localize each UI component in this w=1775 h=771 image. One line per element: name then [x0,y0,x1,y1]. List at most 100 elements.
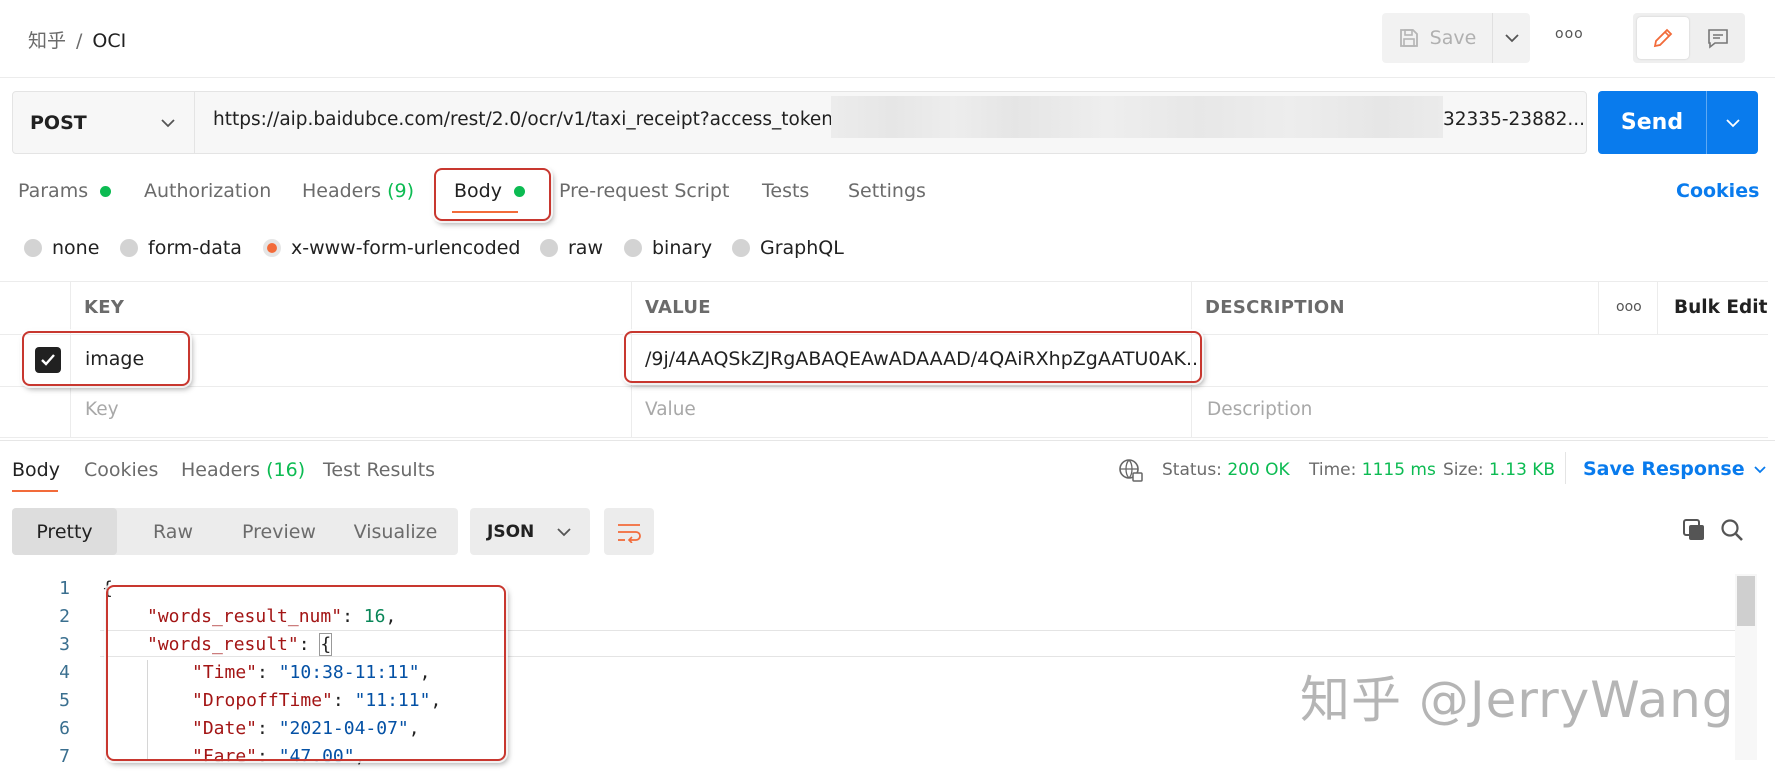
chevron-down-icon [1504,34,1519,43]
table-border [0,281,1768,282]
radio-circle-selected [263,239,281,257]
save-icon [1399,29,1418,47]
url-input[interactable]: https://aip.baidubce.com/rest/2.0/ocr/v1… [213,109,849,130]
tab-pre-request-script[interactable]: Pre-request Script [559,180,729,202]
json-comma: , [354,746,366,767]
tab-body[interactable]: Body [454,180,526,202]
format-select[interactable]: JSON [470,508,590,555]
globe-lock-icon[interactable] [1118,458,1144,484]
url-input-tail[interactable]: 32335-23882... [1443,109,1585,130]
code-line: "words_result_num": 16, [147,606,396,627]
breadcrumb-separator: / [76,30,83,52]
send-button[interactable]: Send [1598,91,1706,154]
method-select[interactable]: POST [13,92,195,153]
bulk-edit-button[interactable]: Bulk Edit [1674,297,1767,318]
tab-settings[interactable]: Settings [848,180,926,202]
more-actions-button[interactable]: ooo [1555,26,1584,42]
code-line: "Time": "10:38-11:11", [192,662,430,683]
search-icon[interactable] [1719,517,1745,543]
json-key: "words_result" [147,634,299,655]
size-label: Size: [1443,460,1484,480]
json-brace: { [319,633,333,656]
chevron-down-icon [1753,465,1766,473]
description-placeholder[interactable]: Description [1207,399,1312,420]
column-header-value: VALUE [645,297,711,318]
edit-mode-button[interactable] [1637,17,1689,59]
code-line: "Fare": "47.00", [192,746,365,767]
param-value-cell[interactable]: /9j/4AAQSkZJRgABAQEAwADAAAD/4QAiRXhpZgAA… [645,348,1204,370]
chevron-down-icon [161,118,175,127]
radio-label: binary [652,237,713,259]
pencil-icon [1653,28,1673,48]
tab-tests[interactable]: Tests [762,180,809,202]
response-size: Size: 1.13 KB [1443,460,1555,480]
tab-authorization[interactable]: Authorization [144,180,271,202]
json-comma: , [430,690,442,711]
current-line-highlight [100,630,1755,657]
line-number: 7 [59,746,70,767]
request-name[interactable]: OCI [92,30,126,52]
cookies-link[interactable]: Cookies [1676,180,1759,202]
copy-icon[interactable] [1681,517,1707,543]
json-value: "47.00" [278,746,355,767]
send-options-button[interactable] [1706,91,1758,154]
status-dot-icon [100,186,112,197]
radio-x-www-form-urlencoded[interactable]: x-www-form-urlencoded [263,237,520,259]
save-options-button[interactable] [1492,13,1530,63]
key-placeholder[interactable]: Key [85,399,119,420]
json-key: "Fare" [192,746,258,767]
status-dot-icon [514,186,526,197]
view-pretty-button[interactable]: Pretty [12,508,117,555]
response-tab-body[interactable]: Body [12,459,60,481]
column-divider [631,281,632,437]
scrollbar-thumb[interactable] [1737,576,1755,626]
tab-label: Tests [762,180,810,202]
radio-circle [120,239,138,257]
view-preview-button[interactable]: Preview [225,508,333,555]
view-visualize-button[interactable]: Visualize [333,508,458,555]
tab-label: Headers [181,459,261,481]
param-key-cell[interactable]: image [85,348,144,370]
response-tab-headers[interactable]: Headers (16) [181,459,305,481]
pane-divider [0,440,1775,441]
response-tab-cookies[interactable]: Cookies [84,459,158,481]
save-response-label: Save Response [1583,458,1745,480]
indent-guide [147,660,148,760]
radio-binary[interactable]: binary [624,237,712,259]
json-value: "10:38-11:11" [278,662,420,683]
value-placeholder[interactable]: Value [645,399,696,420]
watermark: 知乎 @JerryWang [1300,671,1735,729]
save-response-button[interactable]: Save Response [1583,458,1767,480]
column-divider [70,281,71,437]
status-value: 200 OK [1227,460,1290,480]
radio-graphql[interactable]: GraphQL [732,237,844,259]
chevron-down-icon [557,527,571,536]
column-header-description: DESCRIPTION [1205,297,1345,318]
row-enabled-checkbox[interactable] [35,347,61,373]
radio-circle [732,239,750,257]
view-raw-button[interactable]: Raw [121,508,225,555]
comments-button[interactable] [1695,17,1741,59]
json-colon: : [257,718,279,739]
response-status: Status: 200 OK [1162,460,1290,480]
response-tab-test-results[interactable]: Test Results [323,459,435,481]
tab-count: (9) [387,180,415,202]
radio-none[interactable]: none [24,237,99,259]
tab-label: Settings [848,180,926,202]
time-label: Time: [1309,460,1357,480]
radio-label: none [52,237,100,259]
breadcrumb-workspace[interactable]: 知乎 [28,30,66,52]
wrap-lines-button[interactable] [604,508,654,555]
active-tab-indicator [452,211,518,213]
table-border [0,437,1768,438]
save-button[interactable]: Save [1382,13,1492,63]
radio-form-data[interactable]: form-data [120,237,242,259]
json-colon: : [332,690,355,711]
json-value: "11:11" [354,690,431,711]
radio-raw[interactable]: raw [540,237,603,259]
tab-params[interactable]: Params [18,180,112,202]
method-label: POST [30,111,87,134]
table-more-button[interactable]: ooo [1616,299,1642,315]
tab-headers[interactable]: Headers (9) [302,180,414,202]
view-mode-toggle [1633,13,1745,63]
